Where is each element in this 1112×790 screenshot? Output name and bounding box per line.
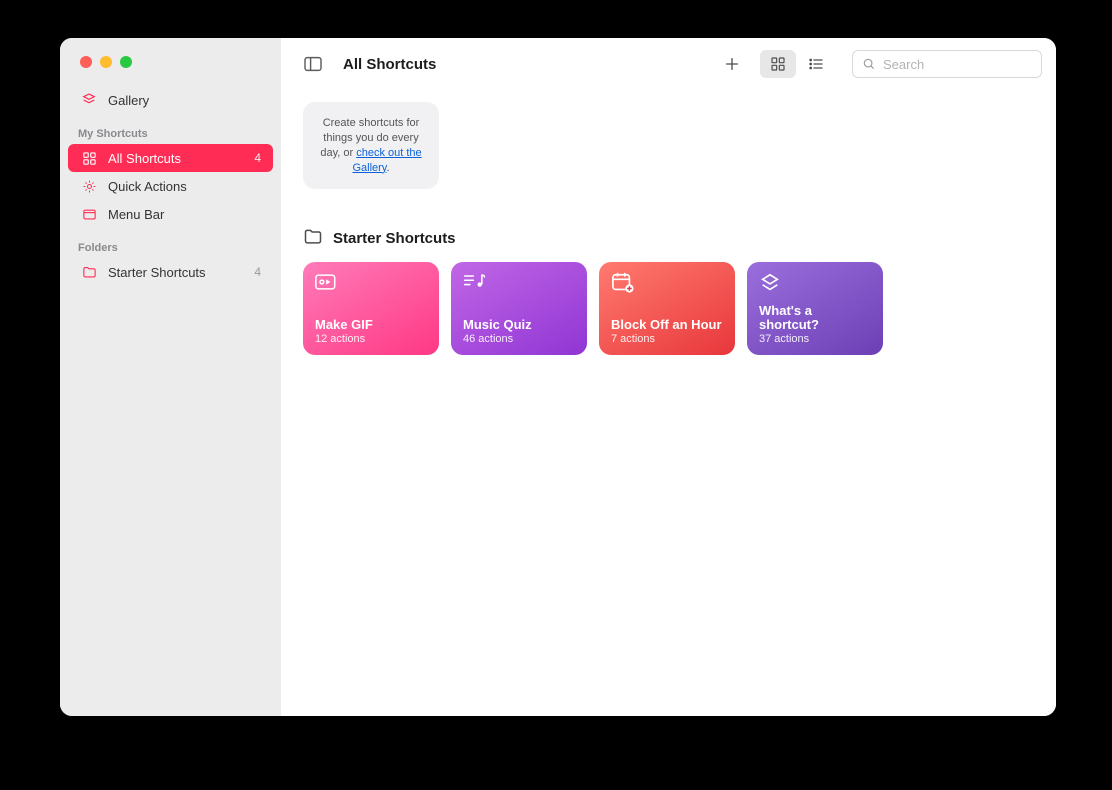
shortcut-subtitle: 46 actions bbox=[463, 333, 575, 345]
search-field bbox=[852, 50, 1042, 78]
shortcut-title: Block Off an Hour bbox=[611, 318, 723, 333]
shortcut-card-block-off-hour[interactable]: Block Off an Hour 7 actions bbox=[599, 262, 735, 355]
view-toggle bbox=[760, 50, 834, 78]
main-panel: All Shortcuts bbox=[281, 38, 1056, 716]
sidebar-item-label: Quick Actions bbox=[108, 179, 187, 194]
folder-icon bbox=[80, 265, 98, 280]
sidebar-section-folders: Folders bbox=[60, 228, 281, 258]
sidebar-item-menu-bar[interactable]: Menu Bar bbox=[68, 200, 273, 228]
sidebar-item-count: 4 bbox=[254, 151, 261, 165]
calendar-add-icon bbox=[611, 272, 723, 298]
music-list-icon bbox=[463, 272, 575, 298]
menubar-icon bbox=[80, 207, 98, 222]
grid-view-button[interactable] bbox=[760, 50, 796, 78]
tip-card: Create shortcuts for things you do every… bbox=[303, 102, 439, 189]
toolbar: All Shortcuts bbox=[281, 38, 1056, 90]
sidebar-item-label: Gallery bbox=[108, 93, 149, 108]
shortcut-subtitle: 37 actions bbox=[759, 333, 871, 345]
minimize-window-button[interactable] bbox=[100, 56, 112, 68]
gallery-icon bbox=[80, 92, 98, 108]
shortcuts-app-icon bbox=[759, 272, 871, 298]
sidebar-item-label: Starter Shortcuts bbox=[108, 265, 206, 280]
sidebar: Gallery My Shortcuts All Shortcuts 4 Qui… bbox=[60, 38, 281, 716]
shortcut-title: What's a shortcut? bbox=[759, 304, 871, 334]
shortcut-subtitle: 12 actions bbox=[315, 333, 427, 345]
close-window-button[interactable] bbox=[80, 56, 92, 68]
new-shortcut-button[interactable] bbox=[714, 50, 750, 78]
sidebar-section-my-shortcuts: My Shortcuts bbox=[60, 114, 281, 144]
sidebar-folder-starter-shortcuts[interactable]: Starter Shortcuts 4 bbox=[68, 258, 273, 286]
shortcut-subtitle: 7 actions bbox=[611, 333, 723, 345]
search-input[interactable] bbox=[852, 50, 1042, 78]
folder-icon bbox=[303, 227, 323, 250]
sidebar-item-label: Menu Bar bbox=[108, 207, 164, 222]
gear-icon bbox=[80, 179, 98, 194]
section-header-starter: Starter Shortcuts bbox=[303, 227, 1034, 250]
zoom-window-button[interactable] bbox=[120, 56, 132, 68]
content-area: Create shortcuts for things you do every… bbox=[281, 90, 1056, 377]
shortcut-title: Music Quiz bbox=[463, 318, 575, 333]
sidebar-item-quick-actions[interactable]: Quick Actions bbox=[68, 172, 273, 200]
tip-tail: . bbox=[386, 162, 389, 174]
shortcut-card-make-gif[interactable]: Make GIF 12 actions bbox=[303, 262, 439, 355]
list-view-button[interactable] bbox=[798, 50, 834, 78]
sidebar-item-count: 4 bbox=[254, 265, 261, 279]
shortcut-title: Make GIF bbox=[315, 318, 427, 333]
shortcut-card-music-quiz[interactable]: Music Quiz 46 actions bbox=[451, 262, 587, 355]
app-window: Gallery My Shortcuts All Shortcuts 4 Qui… bbox=[60, 38, 1056, 716]
sidebar-item-all-shortcuts[interactable]: All Shortcuts 4 bbox=[68, 144, 273, 172]
window-controls bbox=[60, 56, 281, 86]
shortcut-grid: Make GIF 12 actions Music Quiz bbox=[303, 262, 1034, 355]
sidebar-item-gallery[interactable]: Gallery bbox=[68, 86, 273, 114]
grid-icon bbox=[80, 151, 98, 166]
toggle-sidebar-button[interactable] bbox=[295, 50, 331, 78]
sidebar-item-label: All Shortcuts bbox=[108, 151, 181, 166]
page-title: All Shortcuts bbox=[343, 56, 436, 73]
gif-icon bbox=[315, 272, 427, 298]
shortcut-card-whats-a-shortcut[interactable]: What's a shortcut? 37 actions bbox=[747, 262, 883, 355]
section-title: Starter Shortcuts bbox=[333, 230, 456, 247]
